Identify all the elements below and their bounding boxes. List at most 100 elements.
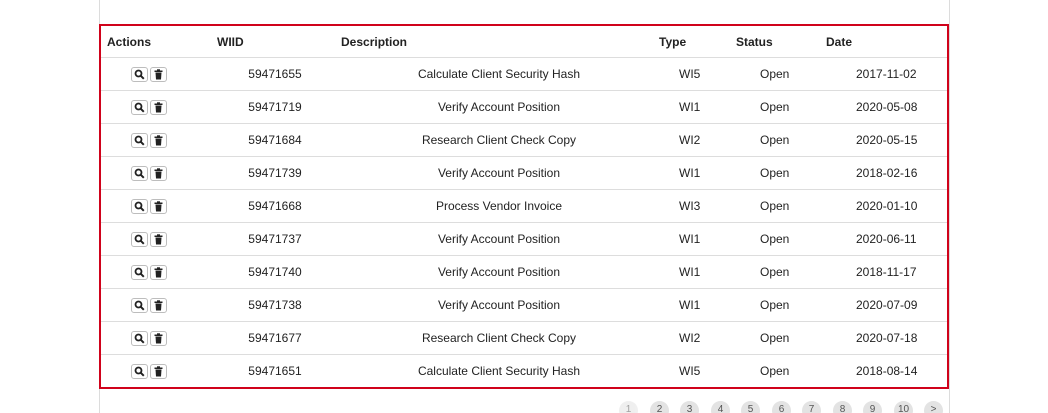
table-row[interactable]: 59471677 Research Client Check Copy WI2 Ope… xyxy=(101,321,947,355)
next-page-button[interactable]: > xyxy=(924,401,943,413)
page-button-5[interactable]: 5 xyxy=(741,401,760,413)
delete-button[interactable] xyxy=(150,264,167,280)
page-button-4[interactable]: 4 xyxy=(711,401,730,413)
cell-description: Calculate Client Security Hash xyxy=(417,364,581,378)
cell-type: WI1 xyxy=(659,156,736,190)
row-actions-cell xyxy=(101,156,211,190)
table-row[interactable]: 59471739 Verify Account Position WI1 Open 20… xyxy=(101,156,947,190)
cell-status: Open xyxy=(736,255,826,289)
cell-status: Open xyxy=(760,364,790,378)
delete-button[interactable] xyxy=(150,297,167,313)
view-button[interactable] xyxy=(131,363,148,379)
view-button[interactable] xyxy=(131,132,148,148)
view-button[interactable] xyxy=(131,297,148,313)
cell-date: 2020-07-09 xyxy=(826,288,947,322)
table-row[interactable]: 59471740 Verify Account Position WI1 Open 20… xyxy=(101,255,947,289)
delete-button[interactable] xyxy=(150,231,167,247)
cell-type: WI2 xyxy=(659,321,736,355)
page-button-7[interactable]: 7 xyxy=(802,401,821,413)
page-button-2[interactable]: 2 xyxy=(650,401,669,413)
delete-button[interactable] xyxy=(150,99,167,115)
table-row[interactable]: 59471684 Research Client Check Copy WI2 Ope… xyxy=(101,123,947,157)
row-actions-cell xyxy=(101,123,211,157)
cell-wiid: 59471677 xyxy=(211,321,339,355)
delete-button[interactable] xyxy=(150,198,167,214)
column-header-actions: Actions xyxy=(101,26,211,58)
view-button[interactable] xyxy=(131,99,148,115)
view-button[interactable] xyxy=(131,330,148,346)
column-header-date[interactable]: Date xyxy=(826,26,947,58)
column-header-wiid[interactable]: WIID xyxy=(211,26,339,58)
cell-status: Open xyxy=(736,57,826,91)
cell-status: Open xyxy=(736,123,826,157)
table-header: Actions WIID Description Type Status Dat… xyxy=(101,26,947,58)
delete-button[interactable] xyxy=(150,132,167,148)
view-button[interactable] xyxy=(131,165,148,181)
table-row[interactable]: 59471737 Verify Account Position WI1 Open 20… xyxy=(101,222,947,256)
cell-wiid: 59471668 xyxy=(211,189,339,223)
cell-date: 2020-05-15 xyxy=(826,123,947,157)
delete-button[interactable] xyxy=(150,363,167,379)
cell-wiid: 59471651 xyxy=(248,364,302,378)
cell-description: Verify Account Position xyxy=(339,90,659,124)
page-button-1[interactable]: 1 xyxy=(619,401,638,413)
view-button[interactable] xyxy=(131,198,148,214)
cell-wiid: 59471684 xyxy=(211,123,339,157)
cell-wiid: 59471738 xyxy=(211,288,339,322)
cell-description: Verify Account Position xyxy=(339,156,659,190)
row-actions-cell xyxy=(101,355,211,388)
row-actions-cell xyxy=(101,288,211,322)
cell-date: 2018-08-14 xyxy=(856,364,918,378)
view-button[interactable] xyxy=(131,66,148,82)
page-button-3[interactable]: 3 xyxy=(680,401,699,413)
cell-status: Open xyxy=(736,288,826,322)
cell-wiid: 59471740 xyxy=(211,255,339,289)
view-button[interactable] xyxy=(131,231,148,247)
table-row[interactable]: 59471668 Process Vendor Invoice WI3 Open 202… xyxy=(101,189,947,223)
cell-type: WI5 xyxy=(659,57,736,91)
table-row[interactable]: 59471651 Calculate Client Security Hash WI… xyxy=(101,355,947,388)
page-button-6[interactable]: 6 xyxy=(772,401,791,413)
column-header-type[interactable]: Type xyxy=(659,26,736,58)
cell-date: 2020-06-11 xyxy=(826,222,947,256)
cell-description: Research Client Check Copy xyxy=(339,321,659,355)
cell-wiid: 59471737 xyxy=(211,222,339,256)
cell-status: Open xyxy=(736,321,826,355)
cell-date: 2020-05-08 xyxy=(826,90,947,124)
row-actions-cell xyxy=(101,90,211,124)
table-row[interactable]: 59471655 Calculate Client Security Hash WI… xyxy=(101,57,947,91)
header-row: Actions WIID Description Type Status Dat… xyxy=(101,26,947,58)
work-items-table-container: Actions WIID Description Type Status Dat… xyxy=(99,24,949,389)
cell-type: WI1 xyxy=(659,255,736,289)
row-actions-cell xyxy=(101,222,211,256)
cell-description: Verify Account Position xyxy=(339,288,659,322)
cell-type: WI3 xyxy=(659,189,736,223)
table-row[interactable]: 59471719 Verify Account Position WI1 Open 20… xyxy=(101,90,947,124)
cell-description: Calculate Client Security Hash xyxy=(339,57,659,91)
cell-type: WI1 xyxy=(659,222,736,256)
row-actions-cell xyxy=(101,57,211,91)
cell-wiid: 59471719 xyxy=(211,90,339,124)
page-button-9[interactable]: 9 xyxy=(863,401,882,413)
cell-type: WI2 xyxy=(659,123,736,157)
column-header-description[interactable]: Description xyxy=(339,26,659,58)
delete-button[interactable] xyxy=(150,66,167,82)
page-button-10[interactable]: 10 xyxy=(894,401,913,413)
view-button[interactable] xyxy=(131,264,148,280)
table-body: 59471655 Calculate Client Security Hash WI… xyxy=(101,57,947,388)
cell-type: WI1 xyxy=(659,288,736,322)
row-actions-cell xyxy=(101,189,211,223)
cell-description: Process Vendor Invoice xyxy=(339,189,659,223)
delete-button[interactable] xyxy=(150,165,167,181)
delete-button[interactable] xyxy=(150,330,167,346)
cell-description: Research Client Check Copy xyxy=(339,123,659,157)
page-button-8[interactable]: 8 xyxy=(833,401,852,413)
column-header-status[interactable]: Status xyxy=(736,26,826,58)
cell-description: Verify Account Position xyxy=(339,255,659,289)
cell-date: 2018-02-16 xyxy=(826,156,947,190)
cell-date: 2020-01-10 xyxy=(826,189,947,223)
cell-date: 2020-07-18 xyxy=(826,321,947,355)
table-row[interactable]: 59471738 Verify Account Position WI1 Open 20… xyxy=(101,288,947,322)
cell-wiid: 59471739 xyxy=(211,156,339,190)
cell-type: WI5 xyxy=(679,364,701,378)
